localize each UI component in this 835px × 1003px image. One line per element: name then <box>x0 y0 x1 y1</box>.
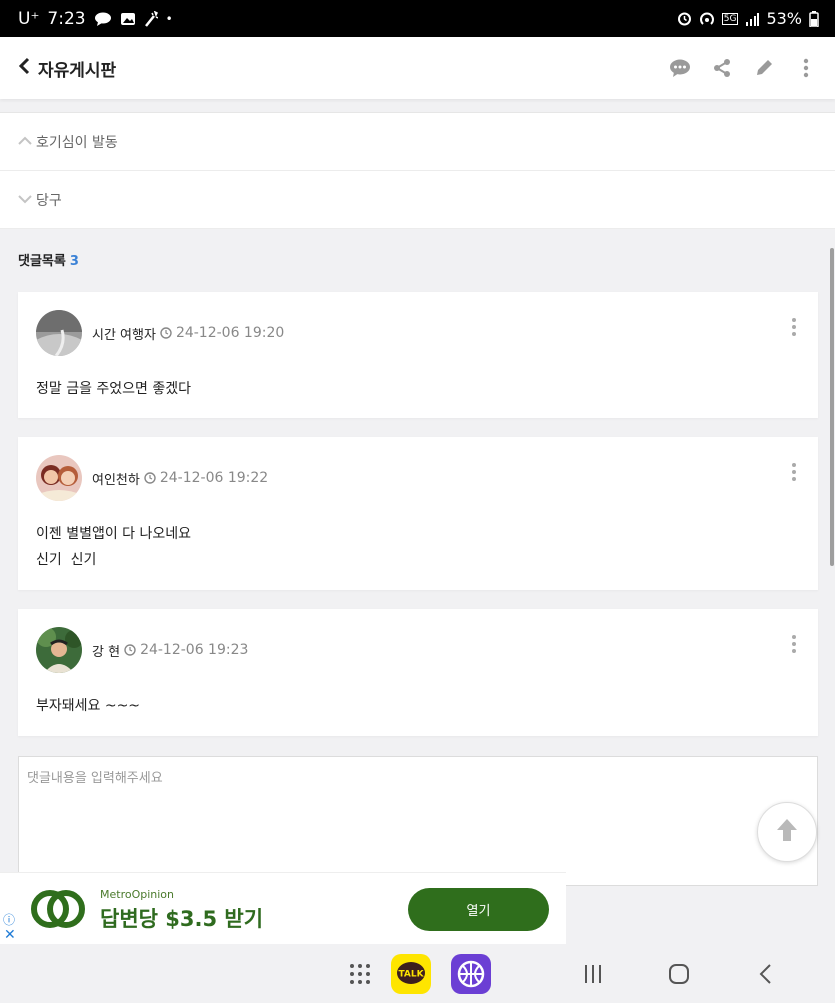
comment-more-icon[interactable] <box>792 318 796 336</box>
network-type: 5G <box>721 12 739 25</box>
share-icon[interactable] <box>711 57 733 79</box>
comments-count: 3 <box>69 254 79 269</box>
arrow-up-icon <box>775 817 799 847</box>
chevron-up-icon <box>18 134 32 150</box>
comment-author[interactable]: 강 현 <box>92 641 120 660</box>
scrollbar[interactable] <box>830 248 834 566</box>
post-navigation: 호기심이 발동 당구 <box>0 112 835 229</box>
clock-icon <box>160 327 172 339</box>
wand-icon <box>144 10 158 27</box>
more-vert-icon[interactable] <box>795 57 817 79</box>
ad-brand: MetroOpinion <box>100 888 175 901</box>
back-button[interactable]: 자유게시판 <box>18 56 116 81</box>
gallery-icon <box>120 12 136 26</box>
avatar[interactable] <box>36 455 82 501</box>
ad-info-icon[interactable]: ⓘ <box>3 911 15 928</box>
comment-card: 시간 여행자 24-12-06 19:20 정말 금을 주었으면 좋겠다 <box>18 292 818 418</box>
comment-author[interactable]: 시간 여행자 <box>92 324 156 343</box>
app-grid-icon[interactable] <box>348 962 372 990</box>
avatar[interactable] <box>36 310 82 356</box>
comment-more-icon[interactable] <box>792 635 796 653</box>
next-post-title: 당구 <box>36 192 62 209</box>
browser-app-icon[interactable] <box>451 954 491 998</box>
comments-heading-label: 댓글목록 <box>18 254 66 269</box>
alarm-icon <box>677 11 692 26</box>
previous-post-title: 호기심이 발동 <box>36 134 118 151</box>
ad-close-icon[interactable]: ✕ <box>4 927 16 943</box>
comment-author[interactable]: 여인천하 <box>92 469 140 488</box>
comment-line: 이젠 별별앱이 다 나오네요 <box>36 526 192 542</box>
ad-headline: 답변당 $3.5 받기 <box>100 907 264 931</box>
chevron-left-icon <box>18 57 30 80</box>
clock-icon <box>124 644 136 656</box>
status-bar: U⁺ 7:23 • 5G 53% <box>0 0 835 37</box>
carrier-label: U⁺ <box>18 8 40 29</box>
signal-icon <box>745 12 760 26</box>
comment-icon[interactable] <box>669 57 691 79</box>
home-icon[interactable] <box>668 963 690 989</box>
clock-time: 7:23 <box>47 8 86 29</box>
comment-author-row: 시간 여행자 24-12-06 19:20 <box>36 310 284 356</box>
avatar[interactable] <box>36 627 82 673</box>
comment-line: 신기 신기 <box>36 552 97 568</box>
system-nav-bar: TALK <box>0 944 835 1003</box>
back-nav-icon[interactable] <box>758 963 772 989</box>
comment-line: 부자돼세요 ~~~ <box>36 698 141 714</box>
comment-card: 강 현 24-12-06 19:23 부자돼세요 ~~~ <box>18 609 818 736</box>
kakaotalk-app-icon[interactable]: TALK <box>391 954 431 998</box>
comment-body: 부자돼세요 ~~~ <box>36 693 140 719</box>
comment-more-icon[interactable] <box>792 463 796 481</box>
recent-apps-icon[interactable] <box>584 964 602 988</box>
ad-banner[interactable]: MetroOpinion 답변당 $3.5 받기 열기 ⓘ ✕ <box>0 872 566 944</box>
chat-bubble-icon <box>94 12 112 26</box>
hotspot-icon <box>699 11 715 26</box>
comment-body: 이젠 별별앱이 다 나오네요 신기 신기 <box>36 521 191 573</box>
clock-icon <box>144 472 156 484</box>
comment-date: 24-12-06 19:22 <box>159 470 269 486</box>
comment-author-row: 여인천하 24-12-06 19:22 <box>36 455 268 501</box>
comment-author-row: 강 현 24-12-06 19:23 <box>36 627 248 673</box>
page-title: 자유게시판 <box>38 60 117 81</box>
comment-card: 여인천하 24-12-06 19:22 이젠 별별앱이 다 나오네요 신기 신기 <box>18 437 818 590</box>
kakaotalk-label: TALK <box>398 970 424 980</box>
metroopinion-logo-icon <box>30 889 86 933</box>
notification-dot: • <box>165 11 173 26</box>
top-app-bar: 자유게시판 <box>0 37 835 99</box>
battery-icon <box>809 10 819 27</box>
previous-post-link[interactable]: 호기심이 발동 <box>0 113 835 171</box>
reply-box <box>18 756 818 886</box>
comment-body: 정말 금을 주었으면 좋겠다 <box>36 376 191 402</box>
comment-date: 24-12-06 19:23 <box>140 642 249 658</box>
comment-input[interactable] <box>19 757 817 885</box>
next-post-link[interactable]: 당구 <box>0 171 835 229</box>
comment-line: 정말 금을 주었으면 좋겠다 <box>36 381 192 397</box>
chevron-down-icon <box>18 192 32 208</box>
edit-pencil-icon[interactable] <box>753 57 775 79</box>
comment-date: 24-12-06 19:20 <box>175 325 285 341</box>
ad-open-button[interactable]: 열기 <box>408 888 549 931</box>
battery-percent: 53% <box>766 9 802 28</box>
comments-heading: 댓글목록 3 <box>18 250 79 269</box>
scroll-to-top-button[interactable] <box>757 802 817 862</box>
